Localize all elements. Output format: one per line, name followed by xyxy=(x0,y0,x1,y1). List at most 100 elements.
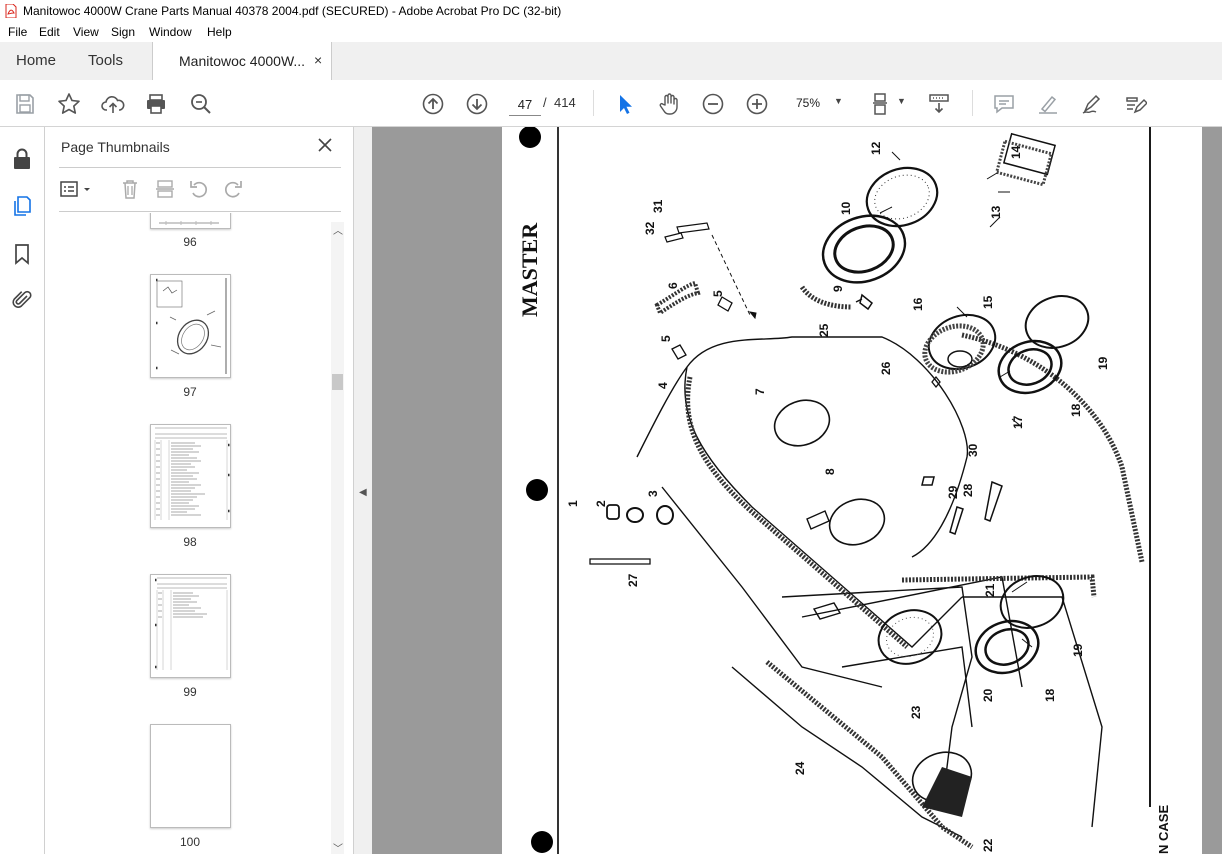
rotate-cw-icon[interactable] xyxy=(222,178,244,200)
thumbnail-label: 99 xyxy=(183,685,197,699)
document-view[interactable]: 1 2 3 4 5 5 6 7 8 9 10 12 13 14 15 16 17… xyxy=(372,127,1222,854)
save-icon[interactable] xyxy=(13,92,37,116)
zoom-value: 75% xyxy=(796,96,821,110)
panel-close-icon[interactable] xyxy=(316,136,334,154)
part-label: 7 xyxy=(753,388,767,395)
menu-edit[interactable]: Edit xyxy=(39,25,60,39)
parts-diagram: 1 2 3 4 5 5 6 7 8 9 10 12 13 14 15 16 17… xyxy=(517,127,1171,854)
tab-tools[interactable]: Tools xyxy=(88,42,123,80)
menu-bar: File Edit View Sign Window Help xyxy=(0,22,1222,42)
tab-document-label: Manitowoc 4000W... xyxy=(179,53,306,69)
scrollbar-thumb[interactable] xyxy=(332,374,343,390)
thumbnail-page-100[interactable] xyxy=(150,724,231,828)
part-label: 16 xyxy=(911,297,925,311)
part-label: 21 xyxy=(983,583,997,597)
panel-title: Page Thumbnails xyxy=(61,139,170,155)
zoom-out-icon[interactable] xyxy=(701,92,725,116)
part-label: 12 xyxy=(869,141,883,155)
highlight-icon[interactable] xyxy=(1036,92,1060,116)
part-label: 2 xyxy=(594,500,608,507)
thumbnail-label: 96 xyxy=(183,235,197,249)
hand-icon[interactable] xyxy=(657,92,681,116)
case-label: N CASE xyxy=(1156,805,1171,854)
pdf-page: 1 2 3 4 5 5 6 7 8 9 10 12 13 14 15 16 17… xyxy=(502,127,1202,854)
part-label: 25 xyxy=(817,323,831,337)
fill-sign-icon[interactable] xyxy=(1080,92,1104,116)
zoom-select[interactable]: 75% ▼ xyxy=(790,92,850,114)
scroll-up-icon[interactable]: ︿ xyxy=(333,222,343,237)
thumbnail-page-96[interactable] xyxy=(150,213,231,229)
page-layout-icon[interactable] xyxy=(871,92,895,116)
part-label: 27 xyxy=(626,573,640,587)
edit-icon[interactable] xyxy=(1123,92,1149,116)
tab-home[interactable]: Home xyxy=(16,42,56,80)
comment-icon[interactable] xyxy=(992,92,1016,116)
part-label: 18 xyxy=(1069,403,1083,417)
part-label: 17 xyxy=(1011,415,1025,429)
part-label: 28 xyxy=(961,483,975,497)
menu-sign[interactable]: Sign xyxy=(111,25,135,39)
part-label: 23 xyxy=(909,705,923,719)
page-separator: / xyxy=(543,95,547,110)
tab-document[interactable]: Manitowoc 4000W... × xyxy=(152,42,332,80)
zoom-dropdown-icon: ▼ xyxy=(834,96,843,106)
thumbnail-page-97[interactable] xyxy=(150,274,231,378)
title-bar: Manitowoc 4000W Crane Parts Manual 40378… xyxy=(0,0,1222,22)
scroll-down-icon[interactable]: ﹀ xyxy=(333,840,343,855)
lock-icon[interactable] xyxy=(10,147,34,171)
part-label: 19 xyxy=(1071,643,1085,657)
page-total: 414 xyxy=(554,95,576,110)
part-label: 22 xyxy=(981,838,995,852)
menu-view[interactable]: View xyxy=(73,25,99,39)
thumbnails-panel: Page Thumbnails 96 97 98 99 100 ︿ ﹀ xyxy=(45,127,353,855)
attachment-icon[interactable] xyxy=(10,288,34,312)
part-label: 30 xyxy=(966,443,980,457)
part-label: 10 xyxy=(839,201,853,215)
part-label: 19 xyxy=(1096,356,1110,370)
page-down-icon[interactable] xyxy=(465,92,489,116)
part-label: 9 xyxy=(831,285,845,292)
part-label: 8 xyxy=(823,468,837,475)
panel-splitter[interactable]: ◀ xyxy=(353,127,373,854)
page-number-input[interactable] xyxy=(509,93,541,116)
print-icon[interactable] xyxy=(144,92,168,116)
find-icon[interactable] xyxy=(189,92,213,116)
binder-hole xyxy=(531,831,553,853)
part-label: 24 xyxy=(793,761,807,775)
menu-file[interactable]: File xyxy=(8,25,27,39)
scroll-mode-icon[interactable] xyxy=(927,92,951,116)
bookmark-star-icon[interactable] xyxy=(57,92,81,116)
page-thumbnails-icon[interactable] xyxy=(10,194,34,218)
rotate-ccw-icon[interactable] xyxy=(188,178,210,200)
thumbnail-page-98[interactable] xyxy=(150,424,231,528)
delete-page-icon[interactable] xyxy=(119,178,141,200)
thumbnail-options-icon[interactable] xyxy=(59,178,95,200)
collapse-panel-icon[interactable]: ◀ xyxy=(359,487,367,498)
page-up-icon[interactable] xyxy=(421,92,445,116)
menu-help[interactable]: Help xyxy=(207,25,232,39)
part-label: 5 xyxy=(711,290,725,297)
part-label: 3 xyxy=(646,490,660,497)
thumbnail-scrollbar[interactable]: ︿ ﹀ xyxy=(331,222,344,855)
upload-icon[interactable] xyxy=(101,92,125,116)
insert-page-icon[interactable] xyxy=(154,178,176,200)
page-layout-dropdown-icon[interactable]: ▼ xyxy=(897,96,906,106)
select-cursor-icon[interactable] xyxy=(613,92,637,116)
part-label: 6 xyxy=(666,282,680,289)
master-label: MASTER xyxy=(517,222,542,317)
part-label: 1 xyxy=(566,500,580,507)
toolbar: / 414 75% ▼ ▼ xyxy=(0,80,1222,127)
thumbnail-page-99[interactable] xyxy=(150,574,231,678)
part-label: 26 xyxy=(879,361,893,375)
binder-hole xyxy=(526,479,548,501)
part-label: 4 xyxy=(656,382,670,389)
binder-hole xyxy=(519,127,541,148)
part-label: 32 xyxy=(643,221,657,235)
toolbar-divider-2 xyxy=(972,90,973,116)
zoom-in-icon[interactable] xyxy=(745,92,769,116)
bookmark-icon[interactable] xyxy=(10,242,34,266)
thumbnail-label: 100 xyxy=(179,835,201,849)
tab-close-icon[interactable]: × xyxy=(314,52,322,68)
thumbnail-list: 96 97 98 99 100 xyxy=(45,213,335,854)
menu-window[interactable]: Window xyxy=(149,25,192,39)
